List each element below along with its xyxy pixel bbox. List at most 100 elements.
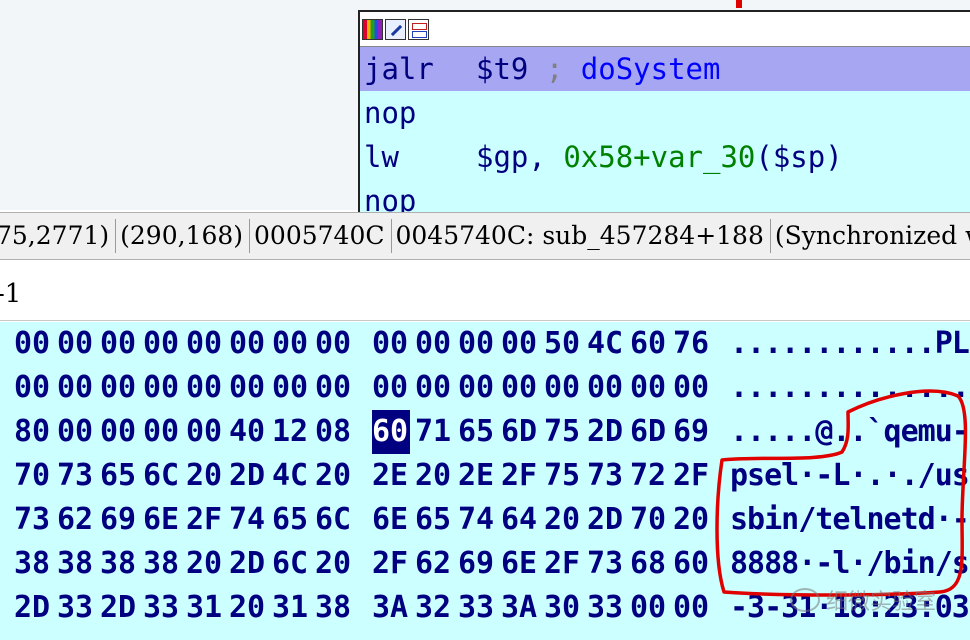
hex-byte[interactable]: 00	[587, 366, 625, 410]
hex-byte[interactable]: 00	[415, 366, 453, 410]
hex-byte[interactable]: 38	[315, 586, 353, 630]
hex-byte[interactable]: 6D	[630, 410, 668, 454]
hex-byte[interactable]: 00	[14, 366, 52, 410]
hex-byte[interactable]: 00	[100, 410, 138, 454]
hex-byte[interactable]: 31	[186, 586, 224, 630]
hex-ascii[interactable]: ............PL`v	[730, 322, 970, 366]
hex-byte[interactable]: 20	[315, 454, 353, 498]
hex-byte[interactable]: 00	[458, 322, 496, 366]
hex-view-tab[interactable]: -1	[0, 268, 970, 321]
hex-byte[interactable]: 2E	[458, 454, 496, 498]
hex-byte[interactable]: 73	[14, 498, 52, 542]
hex-byte[interactable]: 00	[186, 410, 224, 454]
hex-byte[interactable]: 00	[57, 322, 95, 366]
hex-byte[interactable]: 74	[229, 498, 267, 542]
hex-byte[interactable]: 75	[544, 454, 582, 498]
hex-byte[interactable]: 68	[630, 542, 668, 586]
asm-line[interactable]: nop	[360, 91, 970, 135]
hex-byte[interactable]: 00	[501, 322, 539, 366]
hex-byte[interactable]: 6E	[143, 498, 181, 542]
hex-byte[interactable]: 30	[544, 586, 582, 630]
hex-byte[interactable]: 33	[57, 586, 95, 630]
hex-byte[interactable]: 38	[100, 542, 138, 586]
hex-byte[interactable]: 38	[57, 542, 95, 586]
hex-byte[interactable]: 38	[14, 542, 52, 586]
hex-byte[interactable]: 00	[186, 366, 224, 410]
hex-byte[interactable]: 31	[272, 586, 310, 630]
hex-byte[interactable]: 2F	[186, 498, 224, 542]
hex-byte[interactable]: 00	[630, 586, 668, 630]
hex-byte[interactable]: 71	[415, 410, 453, 454]
hex-byte[interactable]: 2D	[229, 454, 267, 498]
hex-byte[interactable]: 73	[587, 542, 625, 586]
hex-byte[interactable]: 69	[100, 498, 138, 542]
edit-icon[interactable]	[385, 18, 406, 40]
hex-byte[interactable]: 00	[372, 366, 410, 410]
hex-byte[interactable]: 6D	[501, 410, 539, 454]
hex-byte[interactable]: 65	[272, 498, 310, 542]
hex-byte[interactable]: 76	[673, 322, 711, 366]
hex-byte[interactable]: 60	[372, 410, 410, 454]
hex-byte[interactable]: 32	[415, 586, 453, 630]
hex-byte[interactable]: 20	[229, 586, 267, 630]
hex-byte[interactable]: 2F	[544, 542, 582, 586]
hex-byte[interactable]: 00	[673, 366, 711, 410]
hex-byte[interactable]: 00	[14, 322, 52, 366]
hex-byte[interactable]: 00	[630, 366, 668, 410]
hex-byte[interactable]: 2D	[229, 542, 267, 586]
hex-byte[interactable]: 2D	[587, 410, 625, 454]
hex-byte[interactable]: 6E	[372, 498, 410, 542]
hex-byte[interactable]: 6C	[143, 454, 181, 498]
hex-byte[interactable]: 20	[186, 454, 224, 498]
hex-byte[interactable]: 00	[229, 366, 267, 410]
hex-byte[interactable]: 60	[673, 542, 711, 586]
hex-byte[interactable]: 65	[100, 454, 138, 498]
hex-ascii[interactable]: psel·-L·.·./usr/	[730, 454, 970, 498]
hex-byte[interactable]: 00	[458, 366, 496, 410]
hex-byte[interactable]: 00	[673, 586, 711, 630]
hex-byte[interactable]: 2F	[673, 454, 711, 498]
hex-byte[interactable]: 20	[415, 454, 453, 498]
asm-line[interactable]: jalr $t9 ; doSystem	[360, 47, 970, 91]
hex-byte[interactable]: 00	[415, 322, 453, 366]
hex-byte[interactable]: 00	[272, 366, 310, 410]
hex-byte[interactable]: 2D	[587, 498, 625, 542]
hex-byte[interactable]: 20	[544, 498, 582, 542]
hex-byte[interactable]: 6E	[501, 542, 539, 586]
hex-byte[interactable]: 70	[630, 498, 668, 542]
hex-byte[interactable]: 62	[415, 542, 453, 586]
hex-byte[interactable]: 6C	[315, 498, 353, 542]
hex-byte[interactable]: 20	[315, 542, 353, 586]
hex-ascii[interactable]: 8888·-l·/bin/sh`	[730, 542, 970, 586]
hex-byte[interactable]: 2E	[372, 454, 410, 498]
hex-ascii[interactable]: sbin/telnetd·-p·	[730, 498, 970, 542]
hex-byte[interactable]: 6C	[272, 542, 310, 586]
hex-byte[interactable]: 12	[272, 410, 310, 454]
hex-byte[interactable]: 65	[458, 410, 496, 454]
hex-byte[interactable]: 80	[14, 410, 52, 454]
hex-byte[interactable]: 64	[501, 498, 539, 542]
hex-byte[interactable]: 00	[57, 366, 95, 410]
hex-byte[interactable]: 73	[57, 454, 95, 498]
hex-byte[interactable]: 33	[587, 586, 625, 630]
hex-byte[interactable]: 00	[315, 366, 353, 410]
hex-byte[interactable]: 00	[143, 410, 181, 454]
hex-byte[interactable]: 00	[143, 322, 181, 366]
hex-byte[interactable]: 00	[315, 322, 353, 366]
hex-byte[interactable]: 33	[143, 586, 181, 630]
hex-byte[interactable]: 00	[143, 366, 181, 410]
hex-byte[interactable]: 2D	[100, 586, 138, 630]
hex-byte[interactable]: 00	[501, 366, 539, 410]
hex-byte[interactable]: 62	[57, 498, 95, 542]
hex-ascii[interactable]: .....@..`qemu-mi	[730, 410, 970, 454]
hex-byte[interactable]: 40	[229, 410, 267, 454]
hex-byte[interactable]: 3A	[501, 586, 539, 630]
hex-byte[interactable]: 69	[673, 410, 711, 454]
hex-ascii[interactable]: ................	[730, 366, 970, 410]
hex-byte[interactable]: 00	[229, 322, 267, 366]
hex-byte[interactable]: 70	[14, 454, 52, 498]
hex-byte[interactable]: 2D	[14, 586, 52, 630]
hex-byte[interactable]: 2F	[372, 542, 410, 586]
comment[interactable]: doSystem	[581, 52, 721, 86]
hex-byte[interactable]: 75	[544, 410, 582, 454]
